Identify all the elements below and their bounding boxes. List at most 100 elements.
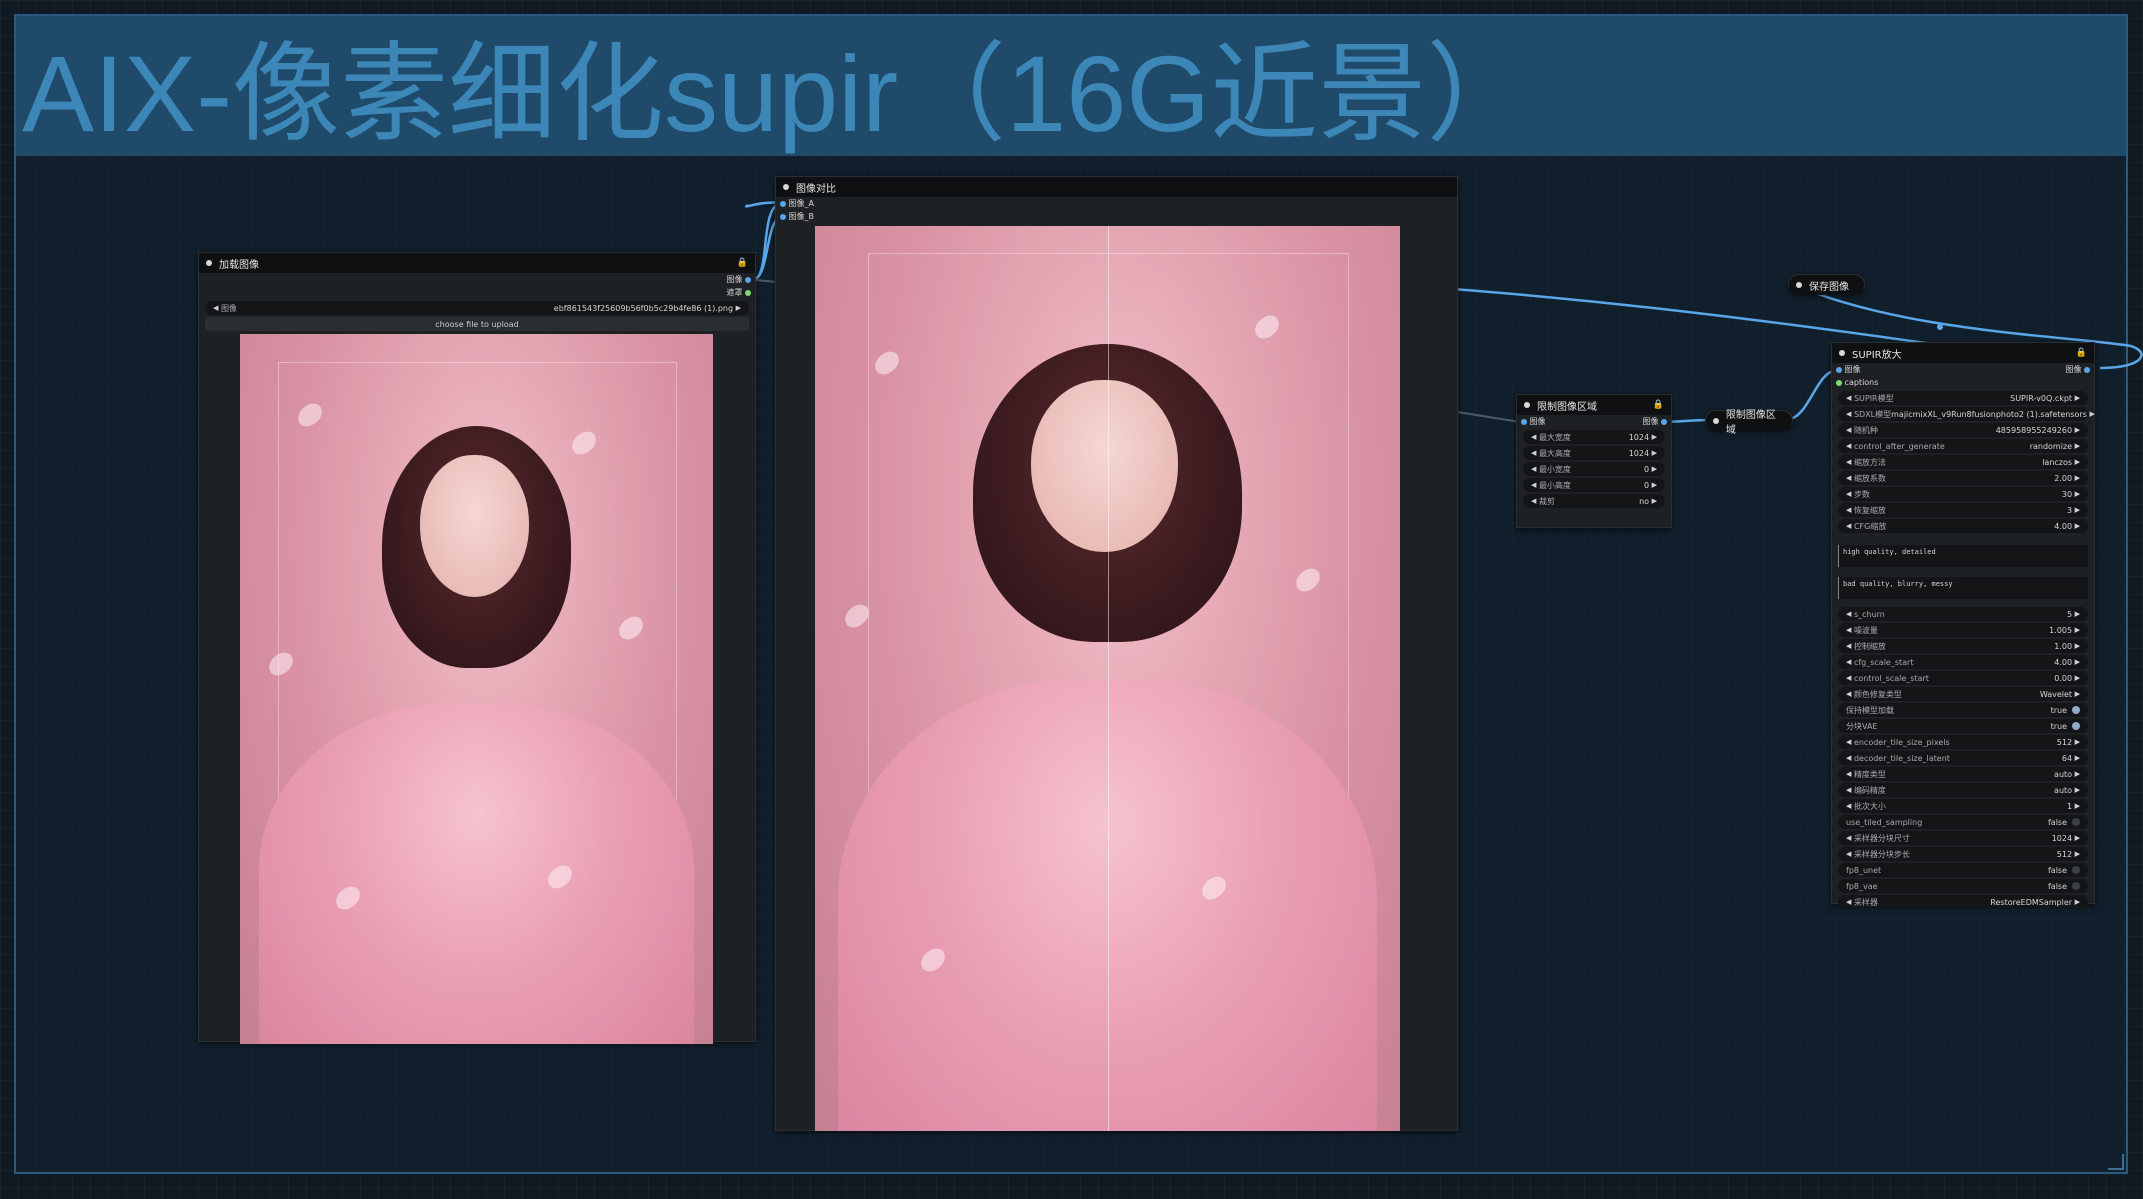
compare-image-preview[interactable] [815, 226, 1400, 1131]
limit-region-collapsed-title-bar[interactable]: 限制图像区域 [1706, 410, 1792, 436]
widget-row[interactable]: ◀ 最小宽度 0 ▶ [1523, 462, 1665, 476]
toggle-icon[interactable] [2072, 706, 2080, 714]
node-canvas[interactable]: AIX-像素细化supir（16G近景） 加载图像 🔒 图像 遮罩 ◀ 图像 e… [0, 0, 2143, 1199]
arrow-left-icon[interactable]: ◀ [1846, 394, 1851, 402]
arrow-left-icon[interactable]: ◀ [1846, 786, 1851, 794]
lock-icon[interactable]: 🔒 [737, 258, 748, 268]
arrow-right-icon[interactable]: ▶ [1652, 481, 1657, 489]
arrow-right-icon[interactable]: ▶ [2075, 490, 2080, 498]
arrow-left-icon[interactable]: ◀ [213, 304, 218, 312]
widget-row[interactable]: fp8_unet false [1838, 863, 2088, 877]
arrow-left-icon[interactable]: ◀ [1846, 474, 1851, 482]
input-image-a-port[interactable]: 图像_A [776, 197, 1457, 210]
arrow-right-icon[interactable]: ▶ [2075, 738, 2080, 746]
arrow-right-icon[interactable]: ▶ [1652, 433, 1657, 441]
arrow-left-icon[interactable]: ◀ [1846, 610, 1851, 618]
arrow-right-icon[interactable]: ▶ [2075, 642, 2080, 650]
arrow-left-icon[interactable]: ◀ [1846, 802, 1851, 810]
widget-row[interactable]: ◀ 噪波量 1.005 ▶ [1838, 623, 2088, 637]
arrow-right-icon[interactable]: ▶ [2075, 610, 2080, 618]
arrow-right-icon[interactable]: ▶ [2075, 802, 2080, 810]
arrow-right-icon[interactable]: ▶ [1652, 497, 1657, 505]
toggle-icon[interactable] [2072, 818, 2080, 826]
arrow-right-icon[interactable]: ▶ [2075, 474, 2080, 482]
collapse-dot-icon[interactable] [783, 184, 789, 190]
output-image-dot[interactable] [1661, 418, 1667, 425]
input-image-dot[interactable] [1521, 418, 1527, 425]
widget-row[interactable]: ◀ 采样器 RestoreEDMSampler ▶ [1838, 895, 2088, 909]
widget-row[interactable]: ◀ 最小高度 0 ▶ [1523, 478, 1665, 492]
output-image-dot[interactable] [2084, 366, 2090, 373]
widget-row[interactable]: ◀ 颜色修复类型 Wavelet ▶ [1838, 687, 2088, 701]
limit-region-title-bar[interactable]: 限制图像区域 🔒 [1517, 395, 1671, 415]
widget-row[interactable]: ◀ 采样器分块尺寸 1024 ▶ [1838, 831, 2088, 845]
arrow-left-icon[interactable]: ◀ [1846, 738, 1851, 746]
input-image-dot[interactable] [1836, 366, 1842, 373]
arrow-right-icon[interactable]: ▶ [2075, 626, 2080, 634]
arrow-left-icon[interactable]: ◀ [1846, 690, 1851, 698]
collapse-dot-icon[interactable] [1839, 350, 1845, 356]
arrow-right-icon[interactable]: ▶ [2075, 674, 2080, 682]
arrow-right-icon[interactable]: ▶ [2075, 426, 2080, 434]
arrow-left-icon[interactable]: ◀ [1846, 410, 1851, 418]
arrow-right-icon[interactable]: ▶ [736, 304, 741, 312]
widget-row[interactable]: ◀ 控制缩放 1.00 ▶ [1838, 639, 2088, 653]
arrow-right-icon[interactable]: ▶ [2075, 786, 2080, 794]
save-image-node[interactable]: 保存图像 [1788, 274, 1865, 295]
lock-icon[interactable]: 🔒 [1653, 400, 1664, 410]
widget-row[interactable]: ◀ 步数 30 ▶ [1838, 487, 2088, 501]
widget-row[interactable]: ◀ 缩放系数 2.00 ▶ [1838, 471, 2088, 485]
supir-image-io[interactable]: 图像 图像 [1832, 363, 2094, 376]
limit-region-io[interactable]: 图像 图像 [1517, 415, 1671, 428]
arrow-right-icon[interactable]: ▶ [2075, 898, 2080, 906]
input-image-b-port[interactable]: 图像_B [776, 210, 1457, 223]
arrow-left-icon[interactable]: ◀ [1846, 490, 1851, 498]
widget-row[interactable]: ◀ 缩放方法 lanczos ▶ [1838, 455, 2088, 469]
arrow-left-icon[interactable]: ◀ [1531, 449, 1536, 457]
arrow-left-icon[interactable]: ◀ [1846, 674, 1851, 682]
arrow-left-icon[interactable]: ◀ [1846, 658, 1851, 666]
arrow-left-icon[interactable]: ◀ [1846, 898, 1851, 906]
output-mask-port[interactable]: 遮罩 [199, 286, 755, 299]
upload-button[interactable]: choose file to upload [205, 317, 749, 331]
arrow-left-icon[interactable]: ◀ [1846, 522, 1851, 530]
output-mask-dot[interactable] [745, 289, 751, 296]
arrow-left-icon[interactable]: ◀ [1846, 834, 1851, 842]
widget-row[interactable]: ◀ cfg_scale_start 4.00 ▶ [1838, 655, 2088, 669]
widget-row[interactable]: 保持模型加载 true [1838, 703, 2088, 717]
widget-row[interactable]: use_tiled_sampling false [1838, 815, 2088, 829]
image-select-widget[interactable]: ◀ 图像 ebf861543f25609b56f0b5c29b4fe86 (1)… [205, 301, 749, 315]
collapse-dot-icon[interactable] [1524, 402, 1530, 408]
widget-row[interactable]: ◀ decoder_tile_size_latent 64 ▶ [1838, 751, 2088, 765]
arrow-left-icon[interactable]: ◀ [1846, 626, 1851, 634]
collapse-dot-icon[interactable] [206, 260, 212, 266]
limit-region-collapsed-node[interactable]: 限制图像区域 [1705, 410, 1793, 436]
widget-row[interactable]: fp8_vae false [1838, 879, 2088, 893]
toggle-icon[interactable] [2072, 866, 2080, 874]
compare-slider-line[interactable] [1107, 226, 1109, 1131]
compare-title-bar[interactable]: 图像对比 [776, 177, 1457, 197]
toggle-icon[interactable] [2072, 882, 2080, 890]
arrow-right-icon[interactable]: ▶ [1652, 465, 1657, 473]
widget-row[interactable]: ◀ 精度类型 auto ▶ [1838, 767, 2088, 781]
arrow-right-icon[interactable]: ▶ [2075, 442, 2080, 450]
widget-row[interactable]: ◀ 裁剪 no ▶ [1523, 494, 1665, 508]
supir-title-bar[interactable]: SUPIR放大 🔒 [1832, 343, 2094, 363]
widget-row[interactable]: ◀ 最大宽度 1024 ▶ [1523, 430, 1665, 444]
arrow-right-icon[interactable]: ▶ [2075, 850, 2080, 858]
widget-row[interactable]: ◀ s_churn 5 ▶ [1838, 607, 2088, 621]
collapse-dot-icon[interactable] [1796, 282, 1802, 288]
arrow-right-icon[interactable]: ▶ [2075, 658, 2080, 666]
output-image-dot[interactable] [745, 276, 751, 283]
arrow-left-icon[interactable]: ◀ [1846, 426, 1851, 434]
widget-row[interactable]: ◀ 最大高度 1024 ▶ [1523, 446, 1665, 460]
widget-row[interactable]: ◀ 批次大小 1 ▶ [1838, 799, 2088, 813]
output-image-port[interactable]: 图像 [199, 273, 755, 286]
widget-row[interactable]: ◀ 采样器分块步长 512 ▶ [1838, 847, 2088, 861]
arrow-left-icon[interactable]: ◀ [1531, 481, 1536, 489]
lock-icon[interactable]: 🔒 [2076, 348, 2087, 358]
load-image-title-bar[interactable]: 加载图像 🔒 [199, 253, 755, 273]
arrow-left-icon[interactable]: ◀ [1846, 442, 1851, 450]
arrow-right-icon[interactable]: ▶ [2075, 754, 2080, 762]
input-image-b-dot[interactable] [780, 213, 786, 220]
